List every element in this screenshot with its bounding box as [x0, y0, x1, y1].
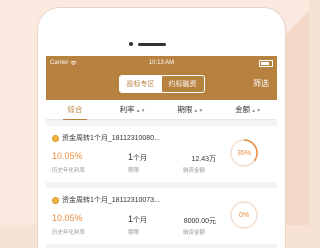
- app-header: Carrier 10:13 AM 投标专区 约标融资 筛选: [46, 56, 277, 100]
- sort-period[interactable]: 期限▲▼: [162, 104, 220, 115]
- filter-button[interactable]: 筛选: [253, 78, 269, 89]
- product-amount-label: 融资金额: [183, 230, 206, 236]
- product-amount: 8000.00元: [183, 218, 216, 225]
- product-period: 1个月: [128, 152, 147, 163]
- sort-period-label: 期限: [177, 105, 193, 114]
- tab-appointment-financing[interactable]: 约标融资: [162, 76, 204, 92]
- product-amount-label: 融资金额: [183, 168, 206, 174]
- sort-bar: 综合 利率▲▼ 期限▲▼ 金额▲▼: [46, 100, 277, 120]
- product-card[interactable]: 资金周转1个月_18112310080... 10.05% 历史年化利率 1个月…: [46, 126, 277, 182]
- progress-text: 0%: [238, 211, 250, 219]
- sort-overall[interactable]: 综合: [46, 104, 104, 120]
- product-card[interactable]: 资金周转1个月_18112310073... 10.05% 历史年化利率 1个月…: [46, 188, 277, 244]
- sort-rate[interactable]: 利率▲▼: [104, 104, 162, 115]
- segmented-control: 投标专区 约标融资: [118, 75, 205, 93]
- app-screen: Carrier 10:13 AM 投标专区 约标融资 筛选 综合 利率▲▼ 期限…: [46, 56, 277, 248]
- product-title: 资金周转1个月_18112310080...: [52, 133, 160, 143]
- sort-overall-label: 综合: [67, 105, 83, 114]
- tab-bidding-zone[interactable]: 投标专区: [119, 76, 162, 92]
- speaker-icon: [138, 43, 166, 46]
- status-time: 10:13 AM: [148, 60, 175, 66]
- sort-amount-label: 金额: [235, 105, 251, 114]
- sort-rate-label: 利率: [119, 105, 135, 114]
- product-rate-label: 历史年化利率: [52, 168, 86, 174]
- coin-icon: [52, 134, 59, 142]
- sort-arrows-icon: ▲▼: [135, 108, 146, 114]
- phone-bezel: [38, 8, 285, 52]
- status-bar: Carrier 10:13 AM: [46, 56, 277, 70]
- battery-icon: [259, 59, 273, 67]
- product-rate: 10.05%: [52, 151, 83, 161]
- product-title-text: 资金周转1个月_18112310073...: [62, 197, 160, 204]
- period-unit: 个月: [133, 155, 148, 162]
- camera-icon: [129, 42, 133, 46]
- product-title-text: 资金周转1个月_18112310080...: [62, 135, 160, 142]
- nav-bar: 投标专区 约标融资 筛选: [46, 70, 277, 98]
- product-period: 1个月: [128, 214, 147, 225]
- product-rate: 10.05%: [52, 213, 83, 223]
- phone-frame: Carrier 10:13 AM 投标专区 约标融资 筛选 综合 利率▲▼ 期限…: [38, 8, 285, 248]
- product-period-label: 期限: [128, 230, 140, 236]
- coin-icon: [52, 196, 59, 204]
- product-rate-label: 历史年化利率: [52, 230, 86, 236]
- product-title: 资金周转1个月_18112310073...: [52, 195, 160, 205]
- sort-arrows-icon: ▲▼: [251, 108, 262, 114]
- sort-arrows-icon: ▲▼: [193, 108, 204, 114]
- product-period-label: 期限: [128, 168, 140, 174]
- period-unit: 个月: [133, 217, 148, 224]
- product-amount: 12.43万: [191, 156, 216, 163]
- progress-text: 35%: [236, 149, 251, 157]
- sort-amount[interactable]: 金额▲▼: [219, 104, 277, 115]
